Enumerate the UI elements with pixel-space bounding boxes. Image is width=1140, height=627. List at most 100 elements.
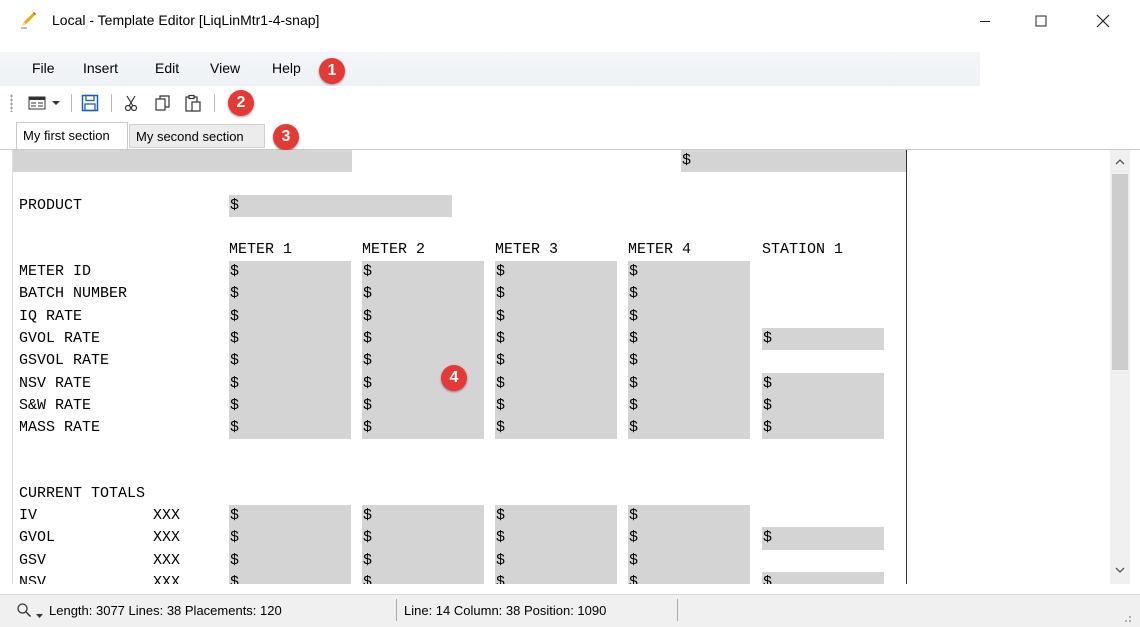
tab-my-first-section[interactable]: My first section	[16, 122, 128, 150]
toolbar-grip[interactable]	[10, 94, 13, 112]
copy-icon[interactable]	[152, 92, 174, 114]
row-label[interactable]: NSV RATE	[19, 373, 91, 395]
station-field[interactable]	[762, 571, 884, 584]
placement-marker: $	[496, 396, 506, 414]
minimize-button[interactable]	[962, 0, 1008, 44]
section-tabs: My first section My second section	[0, 120, 1140, 150]
placement-marker: $	[496, 285, 506, 303]
row-label[interactable]: GVOL RATE	[19, 328, 100, 350]
zoom-dropdown-icon[interactable]	[36, 607, 43, 622]
placement-marker: $	[230, 374, 240, 392]
menu-edit[interactable]: Edit	[155, 60, 179, 76]
save-icon[interactable]	[79, 92, 101, 114]
placement-marker: $	[363, 529, 373, 547]
placement-marker: $	[496, 307, 506, 325]
totals-row-unit[interactable]: XXX	[153, 572, 180, 584]
placement-marker: $	[496, 419, 506, 437]
placement-marker: $	[230, 573, 240, 584]
column-header-meter1[interactable]: METER 1	[229, 239, 292, 261]
column-header-station1[interactable]: STATION 1	[762, 239, 843, 261]
placement-marker: $	[629, 573, 639, 584]
row-label[interactable]: METER ID	[19, 261, 91, 283]
row-label[interactable]: IQ RATE	[19, 306, 82, 328]
placement-marker: $	[496, 507, 506, 524]
paste-icon[interactable]	[182, 92, 204, 114]
placement-marker: $	[363, 352, 373, 370]
status-separator	[396, 599, 397, 621]
menu-view[interactable]: View	[210, 60, 240, 76]
placement-marker: $	[763, 419, 773, 437]
meter-column-block[interactable]	[495, 261, 617, 440]
dropdown-arrow-icon[interactable]	[50, 92, 62, 114]
tab-my-second-section[interactable]: My second section	[129, 124, 265, 148]
column-header-meter2[interactable]: METER 2	[362, 239, 425, 261]
view-mode-icon[interactable]	[26, 92, 48, 114]
template-editor-area[interactable]: $ $ PRODUCT $ METER 1 METER 2 METER 3 METER 4 ST…	[12, 150, 1123, 584]
menu-help[interactable]: Help	[272, 60, 301, 76]
totals-row-label[interactable]: IV	[19, 505, 37, 527]
placement-marker: $	[496, 374, 506, 392]
placement-marker: $	[496, 551, 506, 569]
meter-column-block[interactable]	[229, 261, 351, 440]
right-margin-line	[906, 150, 907, 584]
meter-totals-block[interactable]	[495, 505, 617, 584]
template-editor-window: Local - Template Editor [LiqLinMtr1-4-sn…	[0, 0, 1140, 627]
meter-column-block[interactable]	[362, 261, 484, 440]
placement-marker: $	[629, 551, 639, 569]
toolbar	[0, 88, 1140, 118]
placement-marker: $	[230, 529, 240, 547]
close-button[interactable]	[1080, 0, 1126, 44]
row-label[interactable]: BATCH NUMBER	[19, 283, 127, 305]
totals-row-unit[interactable]: XXX	[153, 505, 180, 527]
totals-row-label[interactable]: GVOL	[19, 527, 55, 549]
placement-marker: $	[363, 285, 373, 303]
label-current-totals[interactable]: CURRENT TOTALS	[19, 483, 145, 505]
callout-badge-4: 4	[441, 365, 467, 391]
placement-marker: $	[363, 307, 373, 325]
meter-column-block[interactable]	[628, 261, 750, 440]
row-label[interactable]: GSVOL RATE	[19, 350, 109, 372]
placement-marker: $	[763, 329, 773, 347]
row-label[interactable]: S&W RATE	[19, 395, 91, 417]
placement-marker: $	[629, 352, 639, 370]
totals-row-unit[interactable]: XXX	[153, 527, 180, 549]
resize-grip-icon[interactable]	[1120, 611, 1132, 626]
template-document[interactable]: $ $ PRODUCT $ METER 1 METER 2 METER 3 METER 4 ST…	[13, 150, 1109, 584]
scroll-down-icon[interactable]	[1110, 560, 1130, 580]
scroll-up-icon[interactable]	[1110, 152, 1130, 172]
placement-marker: $	[629, 329, 639, 347]
placement-marker: $	[629, 285, 639, 303]
scrollbar-thumb[interactable]	[1112, 174, 1128, 370]
station-field[interactable]	[762, 327, 884, 351]
label-product[interactable]: PRODUCT	[19, 195, 82, 217]
totals-row-label[interactable]: NSV	[19, 572, 46, 584]
placement-marker: $	[230, 285, 240, 303]
placement-field[interactable]	[681, 150, 907, 172]
column-header-meter4[interactable]: METER 4	[628, 239, 691, 261]
station-field[interactable]	[762, 527, 884, 550]
totals-row-unit[interactable]: XXX	[153, 550, 180, 572]
status-cursor-position: Line: 14 Column: 38 Position: 1090	[404, 603, 607, 618]
menu-file[interactable]: File	[32, 60, 55, 76]
meter-totals-block[interactable]	[229, 505, 351, 584]
cut-icon[interactable]	[120, 92, 142, 114]
placement-marker: $	[763, 374, 773, 392]
placement-field[interactable]	[229, 195, 452, 217]
placement-marker: $	[363, 263, 373, 280]
menu-bar: File Insert Edit View Help	[0, 52, 980, 86]
menu-insert[interactable]: Insert	[83, 60, 118, 76]
placement-field[interactable]	[13, 150, 352, 172]
placement-marker: $	[363, 329, 373, 347]
meter-totals-block[interactable]	[362, 505, 484, 584]
column-header-meter3[interactable]: METER 3	[495, 239, 558, 261]
placement-marker: $	[230, 507, 240, 524]
vertical-scrollbar[interactable]	[1110, 150, 1130, 584]
maximize-button[interactable]	[1018, 0, 1064, 44]
row-label[interactable]: MASS RATE	[19, 417, 100, 439]
totals-row-label[interactable]: GSV	[19, 550, 46, 572]
meter-totals-block[interactable]	[628, 505, 750, 584]
zoom-icon[interactable]	[16, 602, 32, 621]
station-field[interactable]	[762, 372, 884, 440]
placement-marker: $	[363, 374, 373, 392]
placement-marker: $	[763, 396, 773, 414]
